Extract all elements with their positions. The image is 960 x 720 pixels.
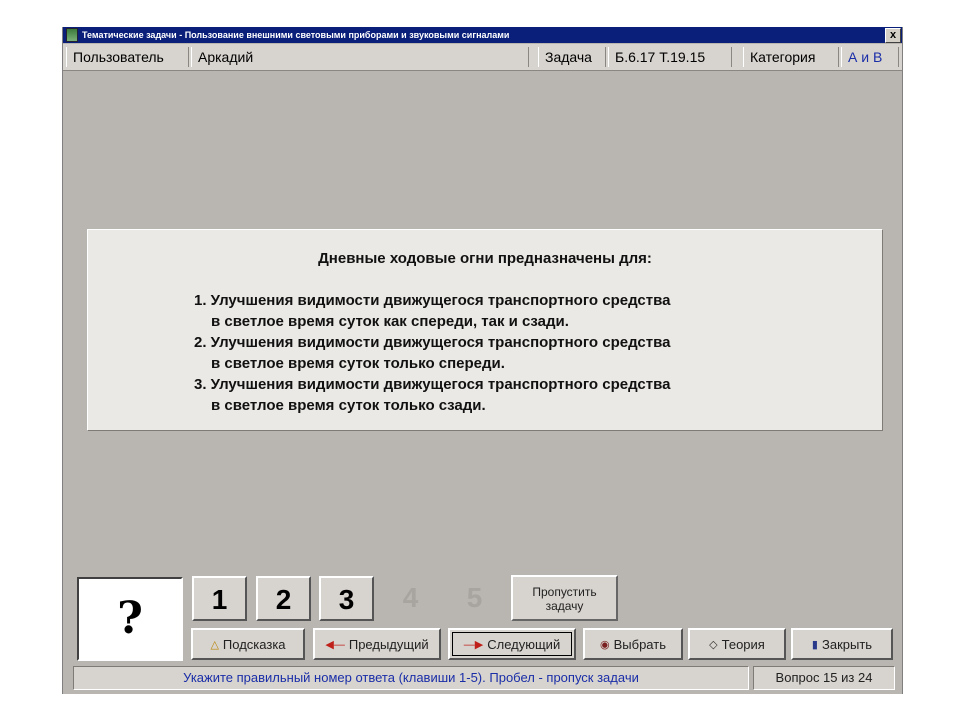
answer-option-1: 1. Улучшения видимости движущегося транс…: [194, 290, 670, 332]
answer-button-1[interactable]: 1: [192, 576, 247, 621]
answer-option-2: 2. Улучшения видимости движущегося транс…: [194, 332, 670, 374]
window-title: Тематические задачи - Пользование внешни…: [82, 30, 510, 40]
answer-3-line2: в светлое время суток только сзади.: [211, 397, 486, 414]
select-label: Выбрать: [613, 636, 666, 652]
arrow-right-icon: —▶: [463, 638, 484, 651]
next-button[interactable]: —▶ Следующий: [448, 628, 576, 660]
category-value: А и В: [841, 47, 899, 67]
bell-icon: △: [210, 638, 219, 651]
diamond-icon: ◇: [709, 638, 718, 651]
task-label: Задача: [538, 47, 606, 67]
status-hint: Укажите правильный номер ответа (клавиши…: [73, 666, 749, 690]
question-progress: Вопрос 15 из 24: [753, 666, 895, 690]
app-window: Тематические задачи - Пользование внешни…: [62, 27, 903, 694]
select-icon: ◉: [600, 638, 610, 651]
app-icon: [66, 28, 78, 42]
answer-button-4: 4: [402, 582, 419, 613]
category-label: Категория: [743, 47, 839, 67]
answer-1-line2: в светлое время суток как спереди, так и…: [211, 313, 569, 330]
user-label: Пользователь: [66, 47, 189, 67]
answer-1-line1: 1. Улучшения видимости движущегося транс…: [194, 292, 671, 309]
answer-option-3: 3. Улучшения видимости движущегося транс…: [194, 374, 670, 416]
next-label: Следующий: [487, 636, 561, 652]
user-name: Аркадий: [191, 47, 529, 67]
hint-label: Подсказка: [222, 636, 286, 652]
close-label: Закрыть: [821, 636, 873, 652]
selected-answer-box: ?: [77, 577, 183, 661]
answer-button-3[interactable]: 3: [319, 576, 374, 621]
theory-label: Теория: [721, 636, 765, 652]
answer-2-line1: 2. Улучшения видимости движущегося транс…: [194, 334, 671, 351]
skip-label-line1: Пропустить: [532, 585, 597, 599]
close-window-button[interactable]: x: [885, 28, 901, 43]
question-title: Дневные ходовые огни предназначены для:: [318, 250, 652, 267]
theory-button[interactable]: ◇ Теория: [688, 628, 786, 660]
skip-question-button[interactable]: Пропустить задачу: [511, 575, 618, 621]
answer-button-5: 5: [466, 582, 483, 613]
title-bar: Тематические задачи - Пользование внешни…: [63, 27, 902, 43]
answer-3-line1: 3. Улучшения видимости движущегося транс…: [194, 376, 671, 393]
info-bar: Пользователь Аркадий Задача Б.6.17 Т.19.…: [63, 44, 902, 71]
close-button[interactable]: ▮ Закрыть: [791, 628, 893, 660]
previous-label: Предыдущий: [348, 636, 429, 652]
answer-list: 1. Улучшения видимости движущегося транс…: [194, 290, 670, 416]
hint-button[interactable]: △ Подсказка: [191, 628, 305, 660]
previous-button[interactable]: ◀— Предыдущий: [313, 628, 441, 660]
question-panel: Дневные ходовые огни предназначены для: …: [87, 229, 883, 431]
answer-button-2[interactable]: 2: [256, 576, 311, 621]
answer-2-line2: в светлое время суток только спереди.: [211, 355, 505, 372]
select-button[interactable]: ◉ Выбрать: [583, 628, 683, 660]
exit-icon: ▮: [811, 638, 818, 651]
status-bar: Укажите правильный номер ответа (клавиши…: [73, 666, 895, 690]
task-number: Б.6.17 Т.19.15: [608, 47, 732, 67]
arrow-left-icon: ◀—: [325, 638, 345, 651]
skip-label-line2: задачу: [545, 599, 584, 613]
